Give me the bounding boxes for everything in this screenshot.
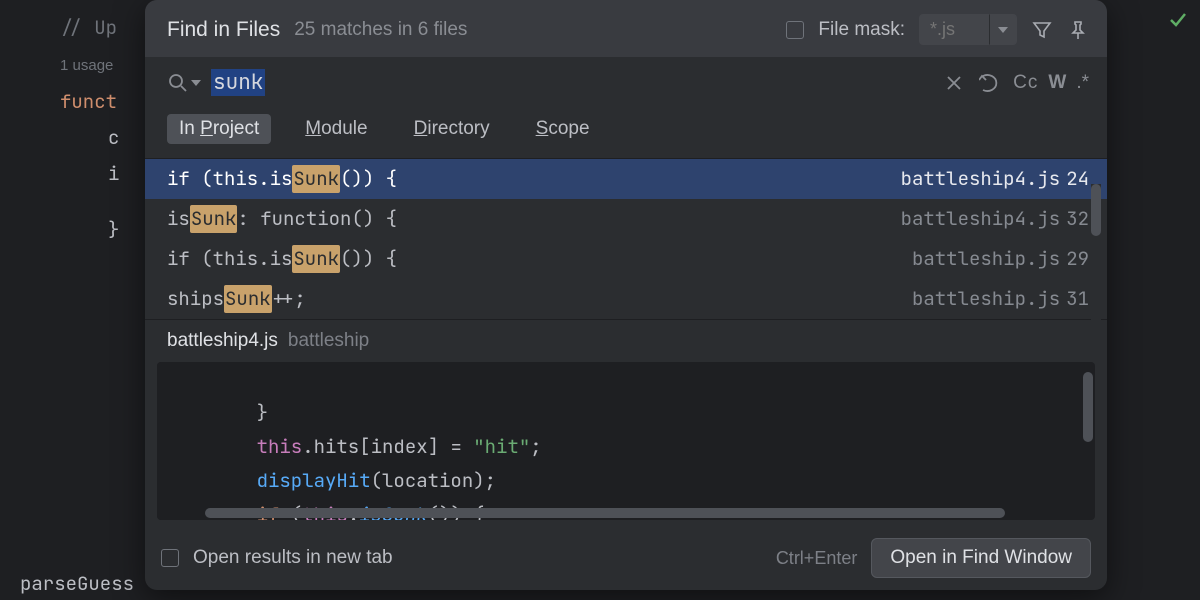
dialog-title: Find in Files: [167, 18, 280, 42]
find-in-files-dialog: Find in Files 25 matches in 6 files File…: [145, 0, 1107, 590]
result-row[interactable]: shipsSunk++;battleship.js31: [145, 279, 1107, 319]
bg-comment: // Up: [60, 15, 117, 40]
result-line: 29: [1066, 245, 1089, 273]
file-mask-dropdown[interactable]: [989, 14, 1017, 45]
dialog-subtitle: 25 matches in 6 files: [294, 19, 467, 41]
result-file: battleship.js: [912, 245, 1060, 273]
result-file: battleship.js: [912, 285, 1060, 313]
result-row[interactable]: if (this.isSunk()) {battleship4.js24: [145, 159, 1107, 199]
results-scrollbar[interactable]: [1091, 184, 1101, 330]
result-line: 32: [1066, 205, 1089, 233]
result-row[interactable]: if (this.isSunk()) {battleship.js29: [145, 239, 1107, 279]
checkmark-icon: [1168, 10, 1188, 30]
search-query: sunk: [211, 69, 265, 96]
bg-parseguess: parseGuess: [20, 571, 134, 596]
result-line: 31: [1066, 285, 1089, 313]
result-file: battleship4.js: [901, 205, 1061, 233]
shortcut-hint: Ctrl+Enter: [776, 548, 858, 569]
whole-word-toggle[interactable]: W: [1048, 72, 1066, 94]
preview-path: battleship: [288, 330, 369, 352]
bg-brace: }: [108, 217, 119, 242]
tab-scope[interactable]: Scope: [524, 114, 602, 144]
file-mask-combo[interactable]: [919, 14, 1017, 45]
preview-pane[interactable]: } this.hits[index] = "hit"; displayHit(l…: [157, 362, 1095, 520]
results-list: if (this.isSunk()) {battleship4.js24isSu…: [145, 158, 1107, 319]
tab-in-project[interactable]: In Project: [167, 114, 271, 144]
result-row[interactable]: isSunk: function() {battleship4.js32: [145, 199, 1107, 239]
bg-line-i: i: [108, 161, 119, 186]
result-code: if (this.isSunk()) {: [167, 165, 901, 193]
file-mask-checkbox[interactable]: [786, 21, 804, 39]
bg-line-c: c: [108, 125, 119, 150]
regex-toggle[interactable]: .*: [1076, 72, 1089, 94]
result-line: 24: [1066, 165, 1089, 193]
result-code: if (this.isSunk()) {: [167, 245, 912, 273]
open-in-new-tab-checkbox[interactable]: [161, 549, 179, 567]
clear-search-icon[interactable]: [941, 75, 967, 91]
result-code: shipsSunk++;: [167, 285, 912, 313]
search-icon[interactable]: [167, 72, 201, 94]
tab-directory[interactable]: Directory: [402, 114, 502, 144]
match-case-toggle[interactable]: Cc: [1013, 72, 1038, 94]
search-input[interactable]: sunk: [211, 69, 931, 96]
dialog-bottom-bar: Open results in new tab Ctrl+Enter Open …: [145, 526, 1107, 590]
file-mask-label: File mask:: [818, 19, 905, 41]
pin-icon[interactable]: [1067, 19, 1089, 41]
preview-code: } this.hits[index] = "hit"; displayHit(l…: [157, 362, 1095, 520]
preview-scrollbar-horizontal[interactable]: [205, 508, 1005, 518]
result-file: battleship4.js: [901, 165, 1061, 193]
preview-gutter: [157, 362, 195, 520]
tab-module[interactable]: Module: [293, 114, 379, 144]
dialog-header: Find in Files 25 matches in 6 files File…: [145, 0, 1107, 57]
bg-funct: funct: [60, 89, 117, 114]
preview-header: battleship4.js battleship: [145, 319, 1107, 362]
search-row: sunk Cc W .*: [145, 57, 1107, 102]
open-in-new-tab-label: Open results in new tab: [193, 547, 393, 569]
preview-scrollbar-vertical[interactable]: [1083, 372, 1093, 442]
preview-filename: battleship4.js: [167, 330, 278, 352]
result-code: isSunk: function() {: [167, 205, 901, 233]
bg-usage: 1 usage: [60, 57, 113, 74]
open-in-find-window-button[interactable]: Open in Find Window: [871, 538, 1091, 578]
scope-tabs: In Project Module Directory Scope: [145, 102, 1107, 158]
results-scroll-thumb[interactable]: [1091, 184, 1101, 236]
file-mask-input[interactable]: [919, 14, 989, 45]
filter-icon[interactable]: [1031, 19, 1053, 41]
history-icon[interactable]: [977, 74, 1003, 92]
